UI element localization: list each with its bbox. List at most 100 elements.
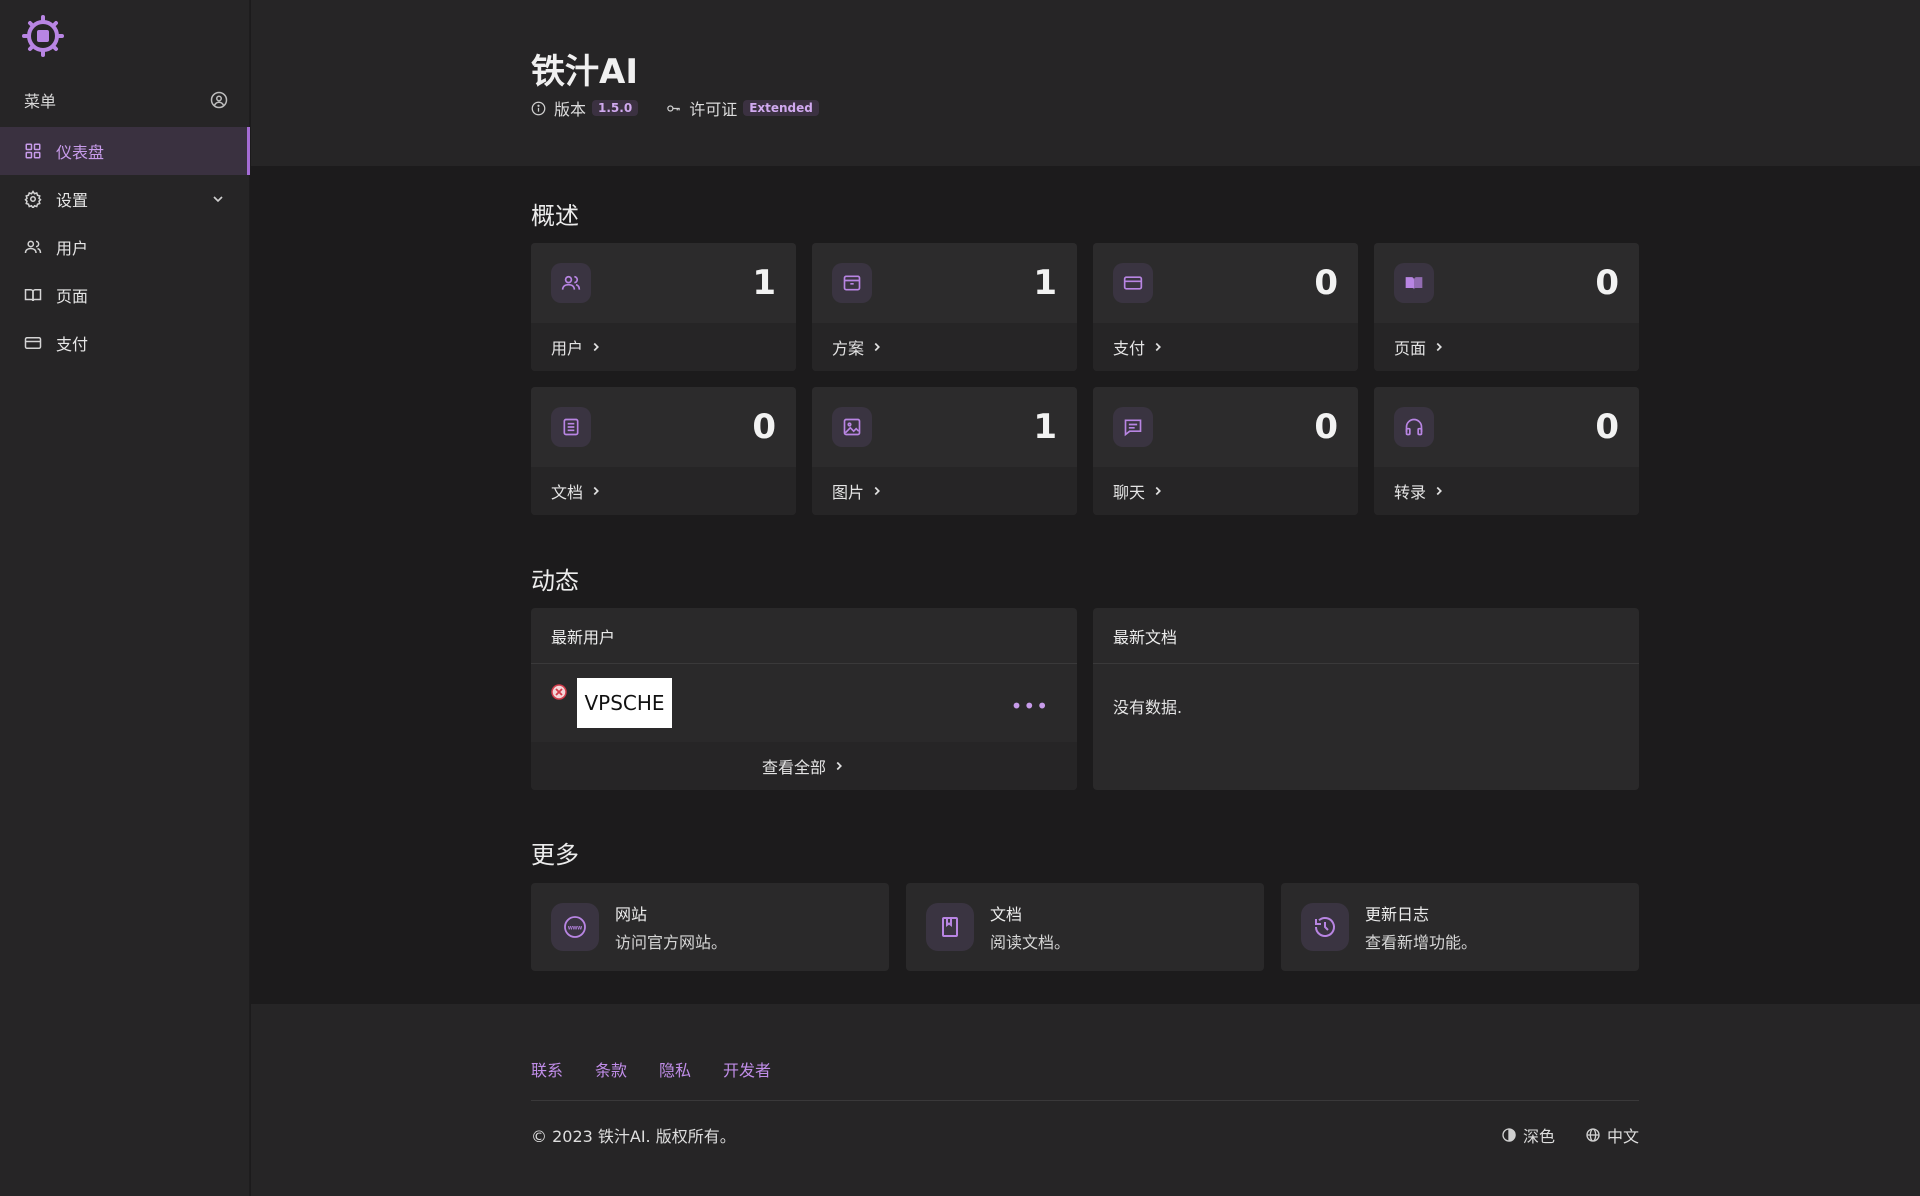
- stat-value: 0: [1595, 263, 1619, 303]
- stat-link[interactable]: 用户: [531, 323, 796, 371]
- globe-icon: www: [551, 903, 599, 951]
- sidebar-item-label: 支付: [56, 335, 89, 354]
- footer-link-terms[interactable]: 条款: [595, 1057, 627, 1081]
- activity-title: 动态: [531, 567, 579, 595]
- card-icon: [24, 337, 42, 349]
- sidebar-nav: 仪表盘 设置 用户 页面 支付: [0, 127, 250, 367]
- page-title: 铁汁AI: [531, 52, 638, 92]
- empty-message: 没有数据.: [1113, 698, 1183, 717]
- view-all-label: 查看全部: [761, 758, 826, 777]
- sidebar-item-dashboard[interactable]: 仪表盘: [0, 127, 250, 175]
- language-selector[interactable]: 中文: [1585, 1123, 1639, 1147]
- view-all-link[interactable]: 查看全部: [531, 742, 1077, 790]
- user-row[interactable]: VPSCHE •••: [531, 664, 1077, 742]
- sidebar-item-label: 用户: [56, 239, 89, 258]
- users-icon: [551, 263, 591, 303]
- chevron-right-icon: [1155, 486, 1162, 496]
- sidebar-item-label: 设置: [56, 191, 89, 210]
- stat-card-plans[interactable]: 1 方案: [812, 243, 1077, 371]
- stat-value: 0: [752, 407, 776, 447]
- stat-link[interactable]: 页面: [1374, 323, 1639, 371]
- key-icon: [667, 104, 680, 112]
- stat-value: 1: [1033, 407, 1057, 447]
- stat-link[interactable]: 转录: [1374, 467, 1639, 515]
- chat-icon: [1113, 407, 1153, 447]
- version-label: 版本: [554, 100, 587, 119]
- more-card-desc: 访问官方网站。: [615, 933, 728, 952]
- sidebar-item-payments[interactable]: 支付: [0, 319, 250, 367]
- sidebar: 菜单 仪表盘 设置 用户 页面 支付: [0, 0, 250, 1196]
- stat-link[interactable]: 方案: [812, 323, 1077, 371]
- sidebar-item-label: 页面: [56, 287, 89, 306]
- more-card-title: 更新日志: [1365, 905, 1430, 924]
- stat-card-images[interactable]: 1 图片: [812, 387, 1077, 515]
- stat-link[interactable]: 文档: [531, 467, 796, 515]
- logo-icon[interactable]: [22, 15, 64, 57]
- version-badge: 1.5.0: [592, 100, 639, 116]
- card-icon: [1113, 263, 1153, 303]
- stat-card-payments[interactable]: 0 支付: [1093, 243, 1358, 371]
- stat-label: 方案: [832, 339, 865, 358]
- stat-label: 文档: [551, 483, 584, 502]
- more-title: 更多: [531, 841, 579, 869]
- sidebar-item-pages[interactable]: 页面: [0, 271, 250, 319]
- user-circle-icon[interactable]: [210, 91, 228, 109]
- stat-value: 0: [1595, 407, 1619, 447]
- overview-title: 概述: [531, 202, 579, 230]
- footer-link-developers[interactable]: 开发者: [723, 1057, 771, 1081]
- more-card-title: 文档: [990, 905, 1023, 924]
- sidebar-item-users[interactable]: 用户: [0, 223, 250, 271]
- user-avatar-image: VPSCHE: [577, 678, 672, 728]
- theme-label: 深色: [1522, 1127, 1555, 1146]
- footer-link-contact[interactable]: 联系: [531, 1057, 563, 1081]
- copyright: © 2023 铁汁AI. 版权所有。: [531, 1127, 736, 1146]
- footer-divider: [531, 1100, 1639, 1101]
- footer-controls: 深色 中文: [1501, 1123, 1639, 1147]
- stat-value: 0: [1314, 407, 1338, 447]
- stat-link[interactable]: 支付: [1093, 323, 1358, 371]
- sidebar-item-settings[interactable]: 设置: [0, 175, 250, 223]
- more-card-website[interactable]: www 网站 访问官方网站。: [531, 883, 889, 971]
- chevron-right-icon: [593, 486, 600, 496]
- stat-value: 1: [752, 263, 776, 303]
- stat-card-pages[interactable]: 0 页面: [1374, 243, 1639, 371]
- stat-label: 图片: [832, 483, 865, 502]
- stat-label: 聊天: [1113, 483, 1146, 502]
- gear-icon: [24, 190, 42, 208]
- stat-card-users[interactable]: 1 用户: [531, 243, 796, 371]
- chevron-down-icon: [213, 196, 223, 203]
- more-card-changelog[interactable]: 更新日志 查看新增功能。: [1281, 883, 1639, 971]
- latest-documents-panel: 最新文档 没有数据.: [1093, 608, 1639, 790]
- headphones-icon: [1394, 407, 1434, 447]
- stat-label: 页面: [1394, 339, 1427, 358]
- more-card-desc: 查看新增功能。: [1365, 933, 1478, 952]
- version-license-meta: 版本 1.5.0 许可证 Extended: [531, 96, 847, 120]
- chevron-right-icon: [1436, 486, 1443, 496]
- language-label: 中文: [1606, 1127, 1639, 1146]
- chevron-right-icon: [1436, 342, 1443, 352]
- stat-label: 支付: [1113, 339, 1146, 358]
- more-card-title: 网站: [615, 905, 648, 924]
- more-card-docs[interactable]: 文档 阅读文档。: [906, 883, 1264, 971]
- chevron-right-icon: [593, 342, 600, 352]
- sidebar-item-label: 仪表盘: [56, 143, 105, 162]
- license-label: 许可证: [689, 100, 738, 119]
- package-icon: [832, 263, 872, 303]
- svg-text:www: www: [567, 926, 582, 932]
- stat-card-documents[interactable]: 0 文档: [531, 387, 796, 515]
- info-icon: [531, 101, 546, 115]
- footer-link-privacy[interactable]: 隐私: [659, 1057, 691, 1081]
- more-options-icon[interactable]: •••: [1011, 694, 1049, 718]
- stat-card-transcriptions[interactable]: 0 转录: [1374, 387, 1639, 515]
- panel-title: 最新文档: [1093, 608, 1639, 664]
- book-icon: [1394, 263, 1434, 303]
- more-card-desc: 阅读文档。: [990, 933, 1071, 952]
- license-badge: Extended: [743, 100, 819, 116]
- stat-label: 用户: [551, 339, 584, 358]
- stat-link[interactable]: 聊天: [1093, 467, 1358, 515]
- page-header: [251, 0, 1920, 166]
- stat-link[interactable]: 图片: [812, 467, 1077, 515]
- theme-toggle[interactable]: 深色: [1501, 1123, 1555, 1147]
- book-icon: [24, 289, 42, 302]
- stat-card-chats[interactable]: 0 聊天: [1093, 387, 1358, 515]
